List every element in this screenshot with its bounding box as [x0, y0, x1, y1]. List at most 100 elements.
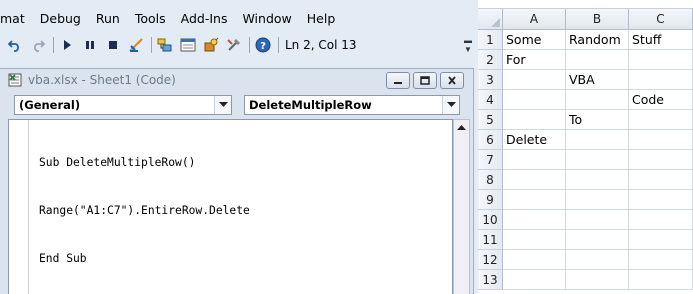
cell-c13[interactable]	[629, 270, 693, 290]
cell-b7[interactable]	[566, 150, 629, 170]
cell-a4[interactable]	[503, 90, 566, 110]
close-button[interactable]	[440, 72, 464, 89]
cell-b5[interactable]: To	[566, 110, 629, 130]
reset-icon[interactable]	[104, 36, 122, 54]
cell-a10[interactable]	[503, 210, 566, 230]
cell-b10[interactable]	[566, 210, 629, 230]
cell-c4[interactable]: Code	[629, 90, 693, 110]
menu-format[interactable]: mat	[0, 8, 33, 30]
procedure-dropdown-value: DeleteMultipleRow	[249, 98, 372, 112]
project-explorer-icon[interactable]	[156, 36, 174, 54]
cell-a3[interactable]	[503, 70, 566, 90]
restore-button[interactable]	[413, 72, 437, 89]
row-header[interactable]: 8	[478, 170, 503, 190]
cell-c3[interactable]	[629, 70, 693, 90]
excel-file-icon	[8, 73, 22, 87]
menu-add-ins[interactable]: Add-Ins	[181, 8, 236, 30]
cell-b3[interactable]: VBA	[566, 70, 629, 90]
column-headers: A B C	[478, 9, 693, 30]
row-header[interactable]: 11	[478, 230, 503, 250]
code-text[interactable]: Sub DeleteMultipleRow() Range("A1:C7").E…	[39, 123, 250, 294]
cell-a13[interactable]	[503, 270, 566, 290]
code-line[interactable]: End Sub	[39, 251, 250, 267]
cell-a11[interactable]	[503, 230, 566, 250]
row-header[interactable]: 1	[478, 30, 503, 50]
design-mode-icon[interactable]	[127, 36, 145, 54]
object-browser-icon[interactable]	[202, 36, 220, 54]
cell-b2[interactable]	[566, 50, 629, 70]
cell-c5[interactable]	[629, 110, 693, 130]
chevron-down-icon[interactable]	[214, 96, 231, 114]
menu-tools[interactable]: Tools	[135, 8, 174, 30]
menu-window[interactable]: Window	[242, 8, 299, 30]
toolbar-separator	[249, 37, 250, 53]
vertical-scrollbar[interactable]	[453, 119, 470, 294]
cell-b6[interactable]	[566, 130, 629, 150]
menu-run[interactable]: Run	[96, 8, 128, 30]
cell-b8[interactable]	[566, 170, 629, 190]
chevron-down-icon[interactable]	[442, 96, 459, 114]
close-icon	[448, 76, 456, 85]
cell-a2[interactable]: For	[503, 50, 566, 70]
help-icon[interactable]: ?	[254, 36, 272, 54]
row-header[interactable]: 3	[478, 70, 503, 90]
cell-b4[interactable]	[566, 90, 629, 110]
cell-b11[interactable]	[566, 230, 629, 250]
cell-b12[interactable]	[566, 250, 629, 270]
menu-help[interactable]: Help	[307, 8, 344, 30]
row-header[interactable]: 13	[478, 270, 503, 290]
cell-c6[interactable]	[629, 130, 693, 150]
scroll-up-icon[interactable]	[454, 120, 469, 135]
cell-c1[interactable]: Stuff	[629, 30, 693, 50]
cell-a12[interactable]	[503, 250, 566, 270]
row-header[interactable]: 12	[478, 250, 503, 270]
row-header[interactable]: 6	[478, 130, 503, 150]
cell-c8[interactable]	[629, 170, 693, 190]
cell-c7[interactable]	[629, 150, 693, 170]
cell-c10[interactable]	[629, 210, 693, 230]
redo-icon[interactable]	[29, 36, 47, 54]
cell-a1[interactable]: Some	[503, 30, 566, 50]
toolbar-options-icon[interactable]: ▬ ▼	[464, 36, 472, 54]
cell-a5[interactable]	[503, 110, 566, 130]
row-header[interactable]: 9	[478, 190, 503, 210]
object-dropdown-value: (General)	[19, 98, 81, 112]
cell-c12[interactable]	[629, 250, 693, 270]
menu-debug[interactable]: Debug	[40, 8, 89, 30]
cell-a9[interactable]	[503, 190, 566, 210]
select-all-corner[interactable]	[478, 9, 503, 30]
toolbar-separator	[151, 37, 152, 53]
toolbox-icon[interactable]	[225, 36, 243, 54]
row-header[interactable]: 10	[478, 210, 503, 230]
cell-b1[interactable]: Random	[566, 30, 629, 50]
cell-b9[interactable]	[566, 190, 629, 210]
cell-c11[interactable]	[629, 230, 693, 250]
row-header[interactable]: 7	[478, 150, 503, 170]
undo-icon[interactable]	[6, 36, 24, 54]
column-header-b[interactable]: B	[566, 9, 629, 30]
procedure-dropdown[interactable]: DeleteMultipleRow	[244, 95, 460, 115]
column-header-c[interactable]: C	[629, 9, 693, 30]
code-line[interactable]: Range("A1:C7").EntireRow.Delete	[39, 203, 250, 219]
breakpoint-margin[interactable]	[9, 120, 29, 294]
object-dropdown[interactable]: (General)	[14, 95, 232, 115]
cell-a8[interactable]	[503, 170, 566, 190]
break-icon[interactable]	[81, 36, 99, 54]
row-header[interactable]: 5	[478, 110, 503, 130]
cell-a7[interactable]	[503, 150, 566, 170]
cell-c2[interactable]	[629, 50, 693, 70]
cell-b13[interactable]	[566, 270, 629, 290]
properties-icon[interactable]	[179, 36, 197, 54]
minimize-button[interactable]	[386, 72, 410, 89]
restore-icon	[420, 76, 430, 85]
code-editor[interactable]: Sub DeleteMultipleRow() Range("A1:C7").E…	[8, 119, 453, 294]
code-line[interactable]: Sub DeleteMultipleRow()	[39, 155, 250, 171]
column-header-a[interactable]: A	[503, 9, 566, 30]
row-header[interactable]: 2	[478, 50, 503, 70]
run-icon[interactable]	[58, 36, 76, 54]
code-window-titlebar[interactable]: vba.xlsx - Sheet1 (Code)	[0, 69, 474, 91]
table-row: 1 Some Random Stuff	[478, 30, 693, 50]
cell-a6[interactable]: Delete	[503, 130, 566, 150]
row-header[interactable]: 4	[478, 90, 503, 110]
cell-c9[interactable]	[629, 190, 693, 210]
